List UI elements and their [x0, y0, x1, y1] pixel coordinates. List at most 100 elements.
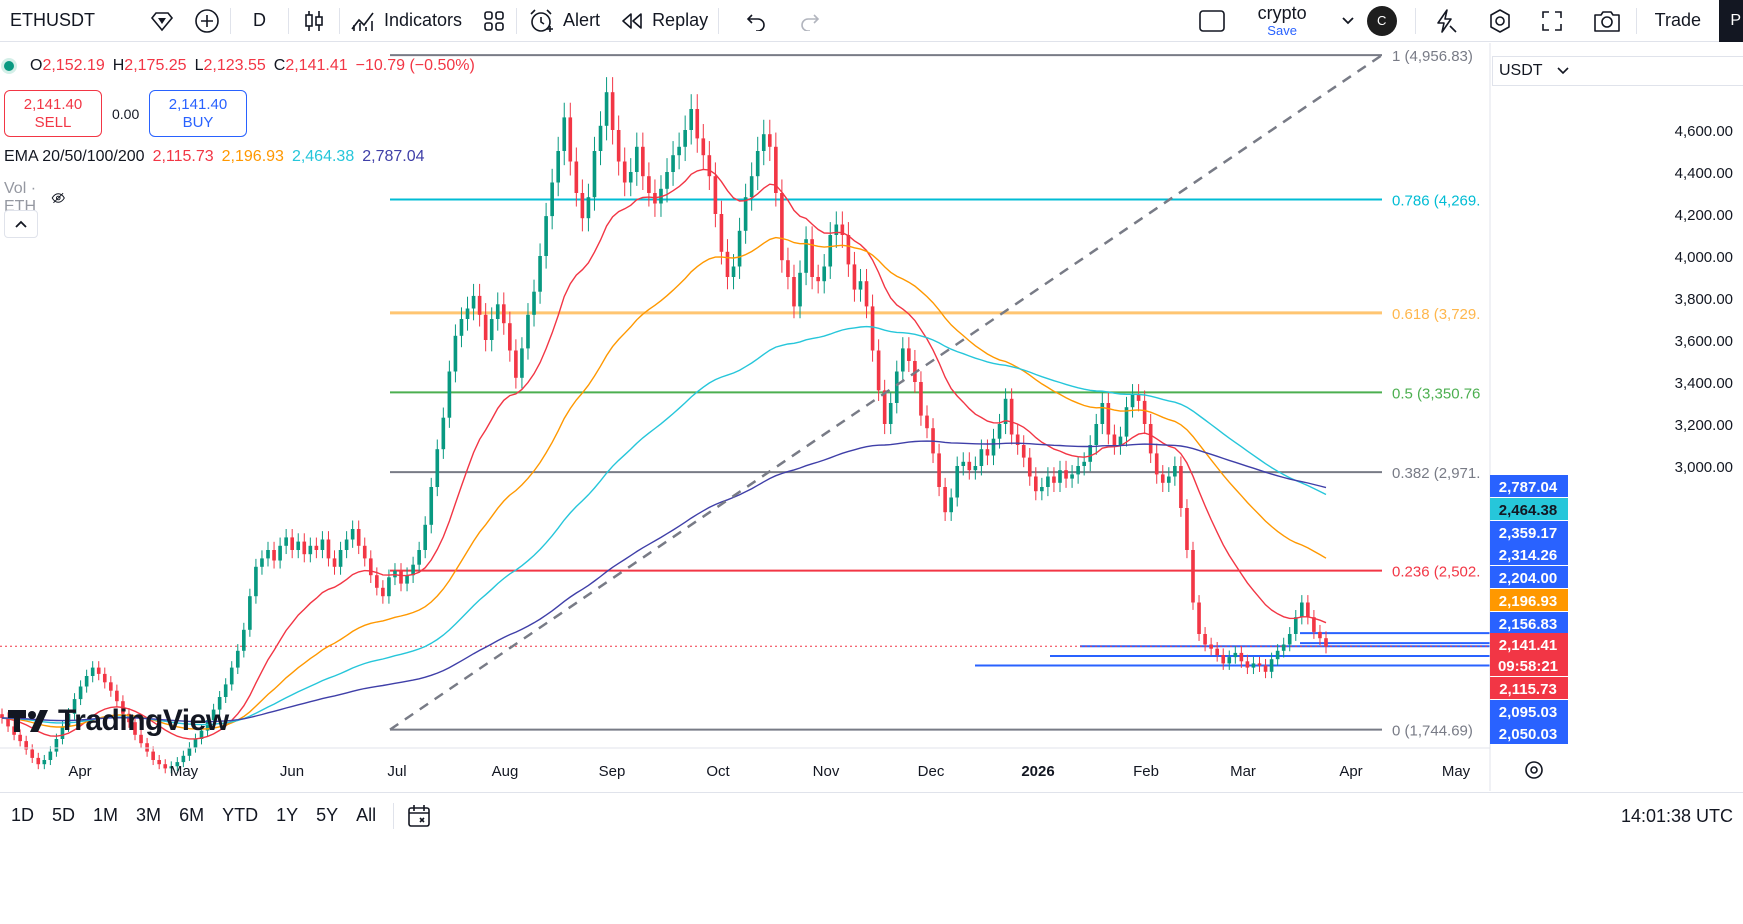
- ema-legend[interactable]: EMA 20/50/100/200 2,115.73 2,196.93 2,46…: [4, 148, 425, 166]
- horizontal-lines[interactable]: [0, 632, 1490, 667]
- sell-button[interactable]: 2,141.40 SELL: [4, 90, 102, 137]
- replay-button[interactable]: Replay: [610, 0, 718, 42]
- page-footer-space: [0, 838, 1743, 924]
- ema100-value: 2,464.38: [291, 148, 355, 165]
- candle-body: [1251, 663, 1256, 668]
- candle-body: [1203, 634, 1207, 645]
- fib-retracement[interactable]: 1 (4,956.83) 0.786 (4,269. 0.618 (3,729. 0.…: [390, 48, 1480, 740]
- candle-body: [713, 176, 718, 214]
- trade-button[interactable]: Trade: [1637, 0, 1719, 42]
- go-to-date-button[interactable]: [406, 803, 434, 829]
- time-tick-label: Aug: [492, 763, 519, 780]
- candle-body: [707, 155, 712, 177]
- candle-body: [284, 537, 288, 546]
- candle-body: [405, 575, 409, 584]
- candle-body: [870, 306, 875, 351]
- fib-level-label: 0.786 (4,269.: [1392, 193, 1480, 210]
- redo-button[interactable]: [783, 0, 837, 42]
- range-3m-button[interactable]: 3M: [127, 805, 170, 826]
- candle-body: [1191, 550, 1195, 603]
- currency-select[interactable]: USDT: [1492, 56, 1743, 86]
- price-tick-label: 4,200.00: [1675, 207, 1733, 224]
- indicators-label: Indicators: [384, 10, 463, 30]
- indicators-button[interactable]: Indicators: [340, 0, 472, 42]
- symbol-search[interactable]: ETHUSDT: [0, 0, 140, 42]
- diamond-icon: [150, 11, 174, 31]
- candle-body: [925, 415, 929, 429]
- candle-body: [1287, 634, 1292, 645]
- ema200-line: [1, 440, 1327, 723]
- chart-type-button[interactable]: [289, 0, 339, 42]
- workspace-button[interactable]: crypto Save: [1248, 0, 1317, 42]
- clock-timezone[interactable]: 14:01:38 UTC: [1621, 793, 1733, 839]
- tradingview-logo[interactable]: TradingView: [6, 704, 229, 738]
- fib-level-label: 0.5 (3,350.76: [1392, 385, 1480, 402]
- layouts-button[interactable]: [472, 0, 516, 42]
- time-tick-label: Oct: [706, 763, 730, 780]
- candle-body: [1160, 474, 1165, 483]
- candle-body: [223, 684, 228, 697]
- publish-button[interactable]: P: [1719, 0, 1743, 42]
- range-all-button[interactable]: All: [347, 805, 385, 826]
- candle-body: [919, 382, 923, 416]
- workspace-menu-button[interactable]: [1317, 0, 1361, 42]
- layout-select-button[interactable]: [1176, 0, 1248, 42]
- high-value: 2,175.25: [124, 57, 187, 74]
- snapshot-button[interactable]: [1578, 0, 1636, 42]
- price-label-text: 2,204.00: [1499, 570, 1557, 587]
- profile-button[interactable]: C: [1361, 0, 1415, 42]
- candle-body: [417, 550, 421, 565]
- buy-button[interactable]: 2,141.40 BUY: [149, 90, 247, 137]
- tradingview-logo-icon: [8, 710, 48, 732]
- alert-button[interactable]: Alert: [517, 0, 610, 42]
- candle-body: [949, 497, 953, 513]
- range-ytd-button[interactable]: YTD: [213, 805, 267, 826]
- candle-body: [610, 92, 615, 130]
- candle-body: [477, 295, 482, 315]
- settings-button[interactable]: [1474, 0, 1526, 42]
- candle-body: [876, 350, 881, 391]
- quick-search-button[interactable]: [1416, 0, 1474, 42]
- collapse-legend-button[interactable]: [4, 210, 38, 238]
- candles: [0, 77, 1328, 774]
- candle-body: [834, 224, 839, 235]
- candle-body: [816, 277, 820, 282]
- range-1m-button[interactable]: 1M: [84, 805, 127, 826]
- fib-level-label: 0.618 (3,729.: [1392, 306, 1480, 323]
- ema-lines: [1, 168, 1327, 740]
- eye-off-icon[interactable]: [51, 188, 66, 208]
- time-axis[interactable]: Apr May Jun Jul Aug Sep Oct Nov Dec 2026 Feb Mar Apr…: [0, 747, 1543, 780]
- candle-body: [961, 461, 966, 466]
- watchlist-button[interactable]: [140, 0, 184, 42]
- candle-body: [665, 172, 669, 189]
- candle-body: [737, 230, 742, 267]
- chevron-down-icon: [1556, 67, 1569, 75]
- candle-body: [1046, 476, 1050, 487]
- grid-icon: [484, 10, 504, 31]
- range-1y-button[interactable]: 1Y: [267, 805, 307, 826]
- candle-body: [254, 566, 258, 597]
- range-5d-button[interactable]: 5D: [43, 805, 84, 826]
- range-5y-button[interactable]: 5Y: [307, 805, 347, 826]
- candle-body: [828, 235, 833, 267]
- alert-label: Alert: [563, 10, 601, 30]
- candle-body: [314, 545, 319, 550]
- undo-button[interactable]: [719, 0, 783, 42]
- candle-body: [1166, 476, 1171, 483]
- candle-body: [362, 545, 367, 559]
- range-6m-button[interactable]: 6M: [170, 805, 213, 826]
- compare-button[interactable]: [184, 0, 230, 42]
- interval-button[interactable]: D: [231, 0, 288, 42]
- candle-body: [532, 291, 536, 315]
- candle-body: [997, 424, 1002, 439]
- candle-body: [42, 760, 47, 765]
- range-1d-button[interactable]: 1D: [2, 805, 43, 826]
- price-label-text: 2,050.03: [1499, 726, 1557, 743]
- candle-body: [580, 193, 585, 219]
- chevron-up-icon: [15, 220, 27, 228]
- rewind-icon: [622, 12, 642, 29]
- candle-body: [1154, 453, 1159, 475]
- candle-body: [387, 577, 391, 597]
- candle-body: [598, 125, 603, 151]
- fullscreen-button[interactable]: [1526, 0, 1578, 42]
